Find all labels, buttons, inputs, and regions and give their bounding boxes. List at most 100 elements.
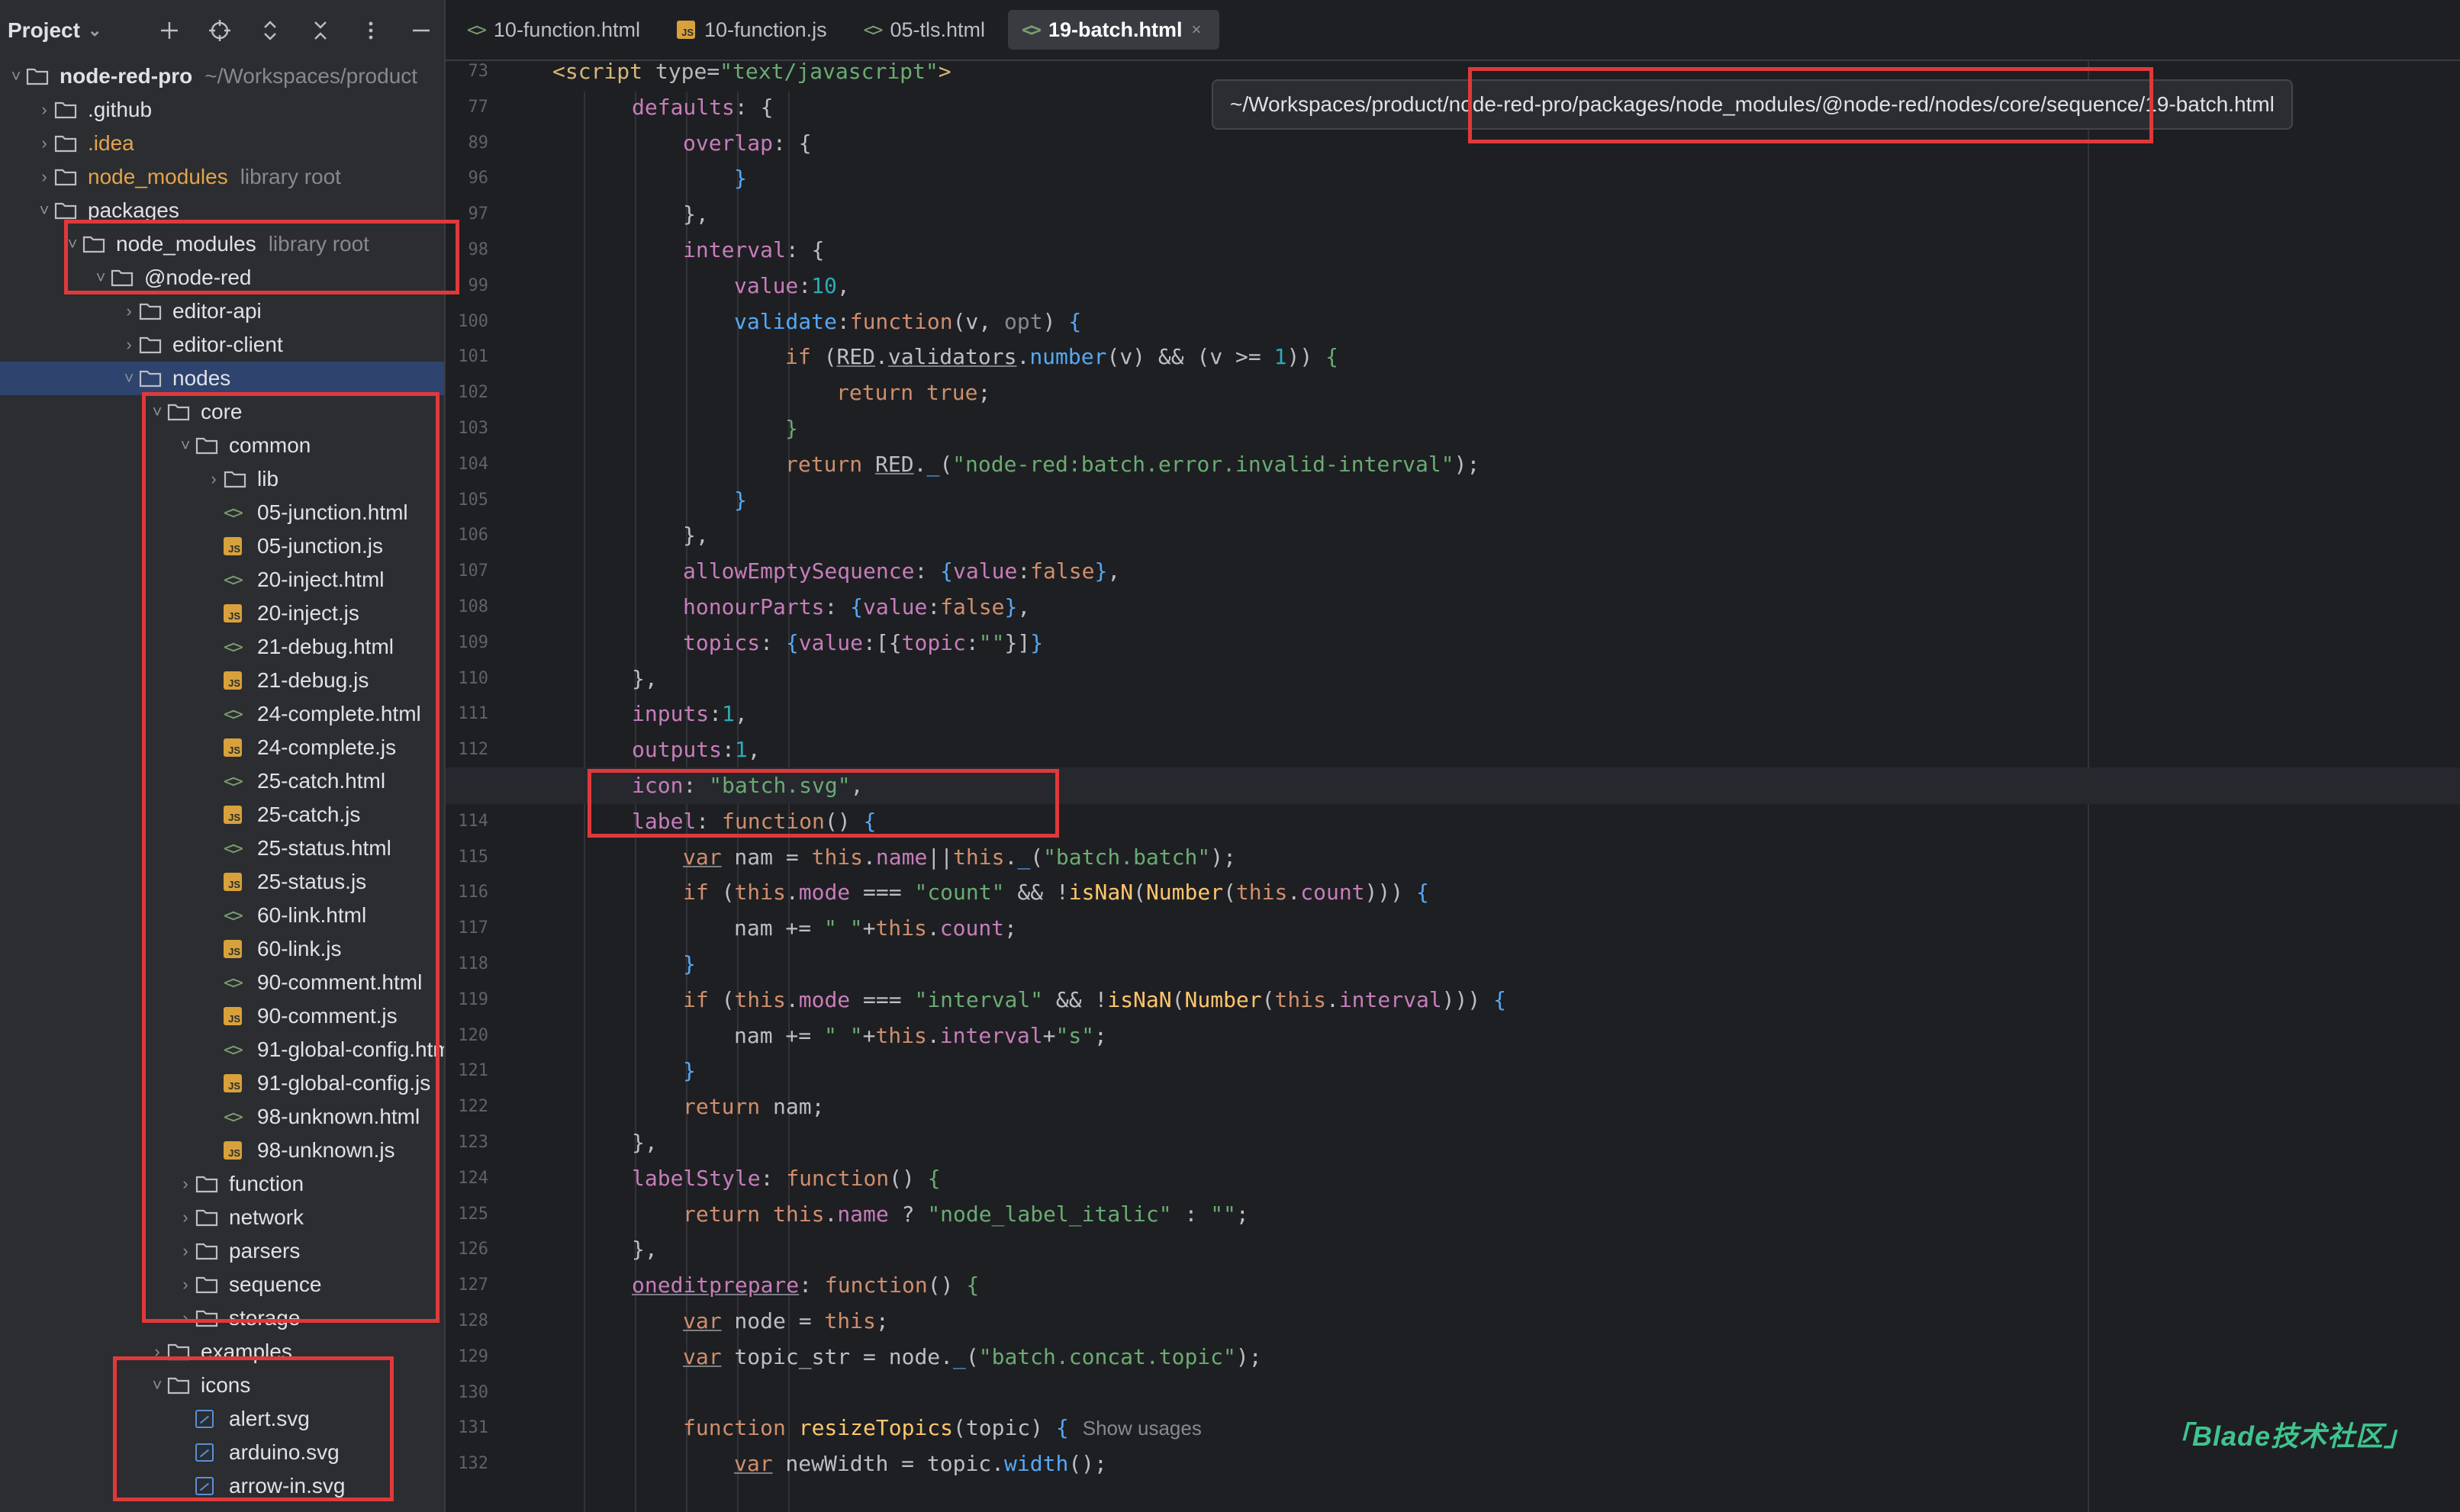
- code-line[interactable]: if (RED.validators.number(v) && (v >= 1)…: [446, 339, 2460, 375]
- tree-item[interactable]: <> 90-comment.html: [0, 966, 444, 999]
- tree-item[interactable]: › editor-api: [0, 294, 444, 328]
- tree-item[interactable]: › function: [0, 1167, 444, 1201]
- tree-item[interactable]: ˅ core: [0, 395, 444, 429]
- collapse-all-icon[interactable]: [305, 15, 336, 46]
- chevron-right-icon[interactable]: ›: [175, 1174, 195, 1194]
- code-line[interactable]: return RED._("node-red:batch.error.inval…: [446, 446, 2460, 483]
- project-title[interactable]: Project: [8, 18, 80, 43]
- chevron-right-icon[interactable]: ›: [175, 1275, 195, 1295]
- code-line[interactable]: icon: "batch.svg",: [446, 767, 2460, 804]
- tree-item[interactable]: JS 21-debug.js: [0, 664, 444, 697]
- tree-item[interactable]: ˅ packages: [0, 194, 444, 227]
- tree-item[interactable]: JS 20-inject.js: [0, 597, 444, 630]
- tree-item[interactable]: JS 05-junction.js: [0, 529, 444, 563]
- chevron-down-icon[interactable]: ⌄: [88, 21, 101, 40]
- code-line[interactable]: allowEmptySequence: {value:false},: [446, 553, 2460, 590]
- code-line[interactable]: },: [446, 1231, 2460, 1268]
- tree-item[interactable]: JS 60-link.js: [0, 932, 444, 966]
- chevron-right-icon[interactable]: ›: [34, 134, 54, 153]
- tree-item[interactable]: › node_modules library root: [0, 160, 444, 194]
- tree-item[interactable]: ˅ icons: [0, 1369, 444, 1402]
- tree-item[interactable]: › examples: [0, 1335, 444, 1369]
- code-line[interactable]: label: function() {: [446, 803, 2460, 840]
- tree-item[interactable]: ˅ node-red-pro ~/Workspaces/product: [0, 60, 444, 93]
- tab-05-tls-html[interactable]: <> 05-tls.html: [850, 10, 1003, 50]
- code-line[interactable]: var nam = this.name||this._("batch.batch…: [446, 839, 2460, 876]
- code-line[interactable]: return this.name ? "node_label_italic" :…: [446, 1196, 2460, 1233]
- code-line[interactable]: },: [446, 517, 2460, 554]
- chevron-down-icon[interactable]: ˅: [147, 1375, 167, 1395]
- more-icon[interactable]: [356, 15, 386, 46]
- chevron-right-icon[interactable]: ›: [34, 100, 54, 120]
- code-line[interactable]: outputs:1,: [446, 732, 2460, 768]
- chevron-right-icon[interactable]: ›: [175, 1241, 195, 1261]
- tree-item[interactable]: JS 91-global-config.js: [0, 1066, 444, 1100]
- code-line[interactable]: return true;: [446, 375, 2460, 411]
- code-line[interactable]: value:10,: [446, 268, 2460, 304]
- code-line[interactable]: }: [446, 160, 2460, 197]
- target-icon[interactable]: [204, 15, 235, 46]
- tree-item[interactable]: ˅ node_modules library root: [0, 227, 444, 261]
- tree-item[interactable]: <> 25-catch.html: [0, 764, 444, 798]
- code-editor[interactable]: 73 77 89 96 97 98 99 100 101 102 103 104 105 106 107 10…: [446, 61, 2460, 1512]
- tree-item[interactable]: JS 90-comment.js: [0, 999, 444, 1033]
- tree-item[interactable]: <> 20-inject.html: [0, 563, 444, 597]
- code-line[interactable]: var newWidth = topic.width();: [446, 1446, 2460, 1482]
- tree-item[interactable]: <> 25-status.html: [0, 832, 444, 865]
- add-icon[interactable]: [154, 15, 185, 46]
- code-line[interactable]: },: [446, 661, 2460, 697]
- chevron-down-icon[interactable]: ˅: [34, 201, 54, 220]
- chevron-right-icon[interactable]: ›: [34, 167, 54, 187]
- chevron-right-icon[interactable]: ›: [119, 301, 139, 321]
- code-line[interactable]: if (this.mode === "count" && !isNaN(Numb…: [446, 874, 2460, 911]
- tab-10-function-html[interactable]: <> 10-function.html: [453, 10, 658, 50]
- expand-all-icon[interactable]: [255, 15, 285, 46]
- tree-item[interactable]: alert.svg: [0, 1402, 444, 1436]
- chevron-down-icon[interactable]: ˅: [6, 66, 26, 86]
- tree-item[interactable]: <> 21-debug.html: [0, 630, 444, 664]
- chevron-right-icon[interactable]: ›: [204, 469, 224, 489]
- code-line[interactable]: }: [446, 410, 2460, 447]
- chevron-down-icon[interactable]: ˅: [91, 268, 111, 288]
- code-line[interactable]: }: [446, 946, 2460, 983]
- code-line[interactable]: function resizeTopics(topic) {Show usage…: [446, 1410, 2460, 1446]
- chevron-right-icon[interactable]: ›: [119, 335, 139, 355]
- code-line[interactable]: topics: {value:[{topic:""}]}: [446, 625, 2460, 661]
- chevron-down-icon[interactable]: ˅: [147, 402, 167, 422]
- tree-item[interactable]: › .github: [0, 93, 444, 127]
- chevron-down-icon[interactable]: ˅: [119, 368, 139, 388]
- chevron-down-icon[interactable]: ˅: [63, 234, 82, 254]
- close-icon[interactable]: ×: [1192, 20, 1202, 40]
- tree-item[interactable]: › .idea: [0, 127, 444, 160]
- chevron-right-icon[interactable]: ›: [147, 1342, 167, 1362]
- tree-item[interactable]: › storage: [0, 1301, 444, 1335]
- code-line[interactable]: },: [446, 196, 2460, 233]
- code-line[interactable]: honourParts: {value:false},: [446, 589, 2460, 626]
- code-line[interactable]: nam += " "+this.interval+"s";: [446, 1018, 2460, 1054]
- chevron-right-icon[interactable]: ›: [175, 1308, 195, 1328]
- tab-19-batch-html[interactable]: <> 19-batch.html ×: [1008, 10, 1220, 50]
- tree-item[interactable]: <> 24-complete.html: [0, 697, 444, 731]
- code-line[interactable]: if (this.mode === "interval" && !isNaN(N…: [446, 982, 2460, 1018]
- code-line[interactable]: var topic_str = node._("batch.concat.top…: [446, 1339, 2460, 1375]
- code-line[interactable]: validate:function(v, opt) {: [446, 304, 2460, 340]
- code-line[interactable]: oneditprepare: function() {: [446, 1267, 2460, 1304]
- code-line[interactable]: }: [446, 1053, 2460, 1089]
- tree-item[interactable]: › editor-client: [0, 328, 444, 362]
- code-line[interactable]: labelStyle: function() {: [446, 1160, 2460, 1197]
- tree-item[interactable]: › lib: [0, 462, 444, 496]
- code-line[interactable]: nam += " "+this.count;: [446, 910, 2460, 947]
- tree-item[interactable]: › sequence: [0, 1268, 444, 1301]
- code-line[interactable]: inputs:1,: [446, 696, 2460, 732]
- tree-item[interactable]: arduino.svg: [0, 1436, 444, 1469]
- code-line[interactable]: overlap: {: [446, 125, 2460, 162]
- tree-item[interactable]: › network: [0, 1201, 444, 1234]
- tree-item[interactable]: › parsers: [0, 1234, 444, 1268]
- code-line[interactable]: },: [446, 1124, 2460, 1161]
- code-line[interactable]: interval: {: [446, 232, 2460, 269]
- show-usages-hint[interactable]: Show usages: [1083, 1417, 1202, 1440]
- tree-item[interactable]: JS 98-unknown.js: [0, 1134, 444, 1167]
- tree-item[interactable]: <> 60-link.html: [0, 899, 444, 932]
- tree-item[interactable]: ˅ @node-red: [0, 261, 444, 294]
- tree-item[interactable]: JS 25-status.js: [0, 865, 444, 899]
